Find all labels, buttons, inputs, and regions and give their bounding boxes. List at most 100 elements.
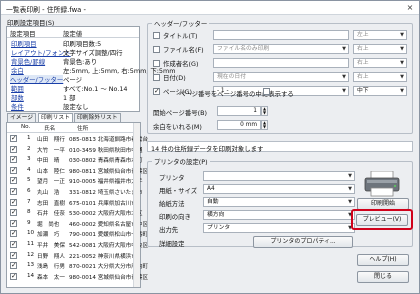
row-no: 3 [27,156,31,163]
header-footer-checkbox[interactable] [153,60,160,67]
table-row[interactable]: 6 丸山 浩 331-0812 埼玉県さいたま市 [7,187,142,197]
row-no: 10 [27,230,35,237]
row-checkbox[interactable] [10,219,17,227]
header-footer-title: ヘッダー/フッター [152,19,210,28]
setting-item-label[interactable]: ヘッダー/フッター [10,75,64,84]
table-row[interactable]: 9堀 尚也460-0002 愛知県名古屋市中区 [7,219,148,229]
row-checkbox[interactable] [10,198,17,206]
margin-input[interactable]: 0 mm [217,120,261,130]
setting-item-label[interactable]: 余白 [11,66,24,75]
chevron-down-icon: ▼ [348,173,352,179]
row-address: 010-3459 秋田県秋田市中通 [69,147,143,154]
printer-group-title: プリンタの設定(P) [152,157,210,166]
row-checkbox[interactable] [10,187,17,195]
header-footer-label: ファイル名(F) [163,46,204,54]
table-row[interactable]: 10加瀬 巧790-0001 愛媛県松山市一番町 [7,229,148,239]
row-no: 6 [27,188,31,194]
row-checkbox[interactable] [10,272,17,280]
setting-item-label[interactable]: 範囲 [11,84,24,93]
source-select[interactable]: 自動 ▼ [203,197,355,207]
setting-item-label[interactable]: 部数 [11,93,24,102]
chevron-down-icon: ▼ [400,88,404,94]
output-select[interactable]: プリンタ ▼ [203,223,355,233]
margin-spinner[interactable]: ▲ ▼ [261,120,268,130]
header-footer-input[interactable] [213,58,349,68]
row-checkbox[interactable] [10,166,17,174]
setting-item-label[interactable]: 条件 [11,102,24,111]
row-checkbox[interactable] [10,145,17,153]
header-footer-checkbox[interactable] [153,46,160,53]
source-label: 給紙方法 [159,200,185,208]
margin-label: 余白をいれる(M) [153,123,202,131]
row-checkbox[interactable] [10,251,17,259]
setting-item-label[interactable]: 印刷項目 [11,39,37,48]
orientation-select[interactable]: 横方向 ▼ [203,210,355,220]
header-footer-align-select[interactable]: 右上 ▼ [353,72,407,82]
row-checkbox[interactable] [10,134,17,142]
header-footer-align-select[interactable]: 左上 ▼ [353,30,407,40]
header-footer-align-select[interactable]: 中下 ▼ [353,86,407,96]
header-footer-checkbox[interactable] [153,74,160,81]
close-button[interactable]: 閉じる [357,271,409,283]
table-row[interactable]: 7 志田 直樹 675-0101 兵庫県加古川市 [7,198,137,208]
table-row[interactable]: 13浅島 行男870-0021 大分県大分市府内町 [7,261,148,271]
chevron-down-icon: ▼ [348,199,352,205]
header-footer-align-select[interactable]: 右上 ▼ [353,44,407,54]
chevron-down-icon: ▼ [342,88,346,94]
print-list-table: No. 氏名 住所 1山田 翔行085-0813 北海道釧路市春雲台2大竹 一平… [6,122,148,288]
close-icon[interactable]: × [404,3,416,13]
header-footer-align-value: 中下 [357,88,369,94]
table-row[interactable]: 8 石井 佳奈 530-0002 大阪府大阪市北区 [7,208,142,218]
table-row[interactable]: 11平井 美保542-0081 大阪府大阪市中央区 [7,240,148,250]
orientation-label: 印刷の向き [159,213,191,221]
setting-item-label[interactable]: レイアウト/フォント [11,48,71,57]
setting-item-label[interactable]: 背景色/罫線 [11,57,45,66]
row-no: 1 [27,135,31,141]
table-row[interactable]: 14森本 太一980-0014 宮城県仙台市青葉区 [7,272,148,282]
header-footer-align-select[interactable]: 右上 ▼ [353,58,407,68]
row-no: 13 [27,262,35,269]
help-button[interactable]: ヘルプ(H) [357,254,409,266]
output-value: プリンタ [207,225,231,231]
start-page-spinner[interactable]: ▲ ▼ [261,106,268,116]
row-name: 堀 尚也 [37,221,60,228]
table-row[interactable]: 1山田 翔行085-0813 北海道釧路市春雲台 [7,134,148,144]
row-checkbox[interactable] [10,176,17,185]
each-page-checkbox[interactable] [263,88,270,95]
list-scrollbar[interactable] [133,123,140,287]
status-bar: 14 件の住所録データを印刷対象します [147,141,413,153]
row-address: 530-0002 大阪府大阪市北区 [69,211,143,218]
row-checkbox[interactable] [10,155,17,164]
detail-label: 詳細設定 [159,240,185,248]
header-footer-input[interactable]: ファイル名のみ印刷 ▼ [213,44,349,54]
row-checkbox[interactable] [10,261,17,270]
print-dialog: 一覧表印刷 - 住所録.fwa - × 印刷設定項目(S) 設定項目 設定値 印… [0,0,420,294]
header-footer-checkbox[interactable] [153,32,160,39]
header-footer-input[interactable]: 現在の日付 ▼ [213,72,349,82]
row-address: 675-0101 兵庫県加古川市 [69,200,137,207]
header-footer-label: 作成者名(G) [163,60,199,68]
table-row[interactable]: 12日野 翔人 221-0052 神奈川県横浜市 [7,251,137,261]
preview-button[interactable]: プレビュー(V) [356,214,408,226]
printer-icon [363,170,403,197]
row-name: 大竹 一平 [37,147,65,154]
paper-select[interactable]: A4 ▼ [203,184,355,194]
header-footer-checkbox[interactable] [153,87,160,95]
setting-item-value: すべて:No.1 ～ No.14 [63,85,128,93]
printer-properties-button[interactable]: プリンタのプロパティ... [253,236,353,248]
start-page-input[interactable]: 1 [217,106,261,116]
table-row[interactable]: 3 中田 晴 030-0802 青森県青森市本町 [7,155,142,165]
row-checkbox[interactable] [10,240,17,248]
row-no: 4 [27,166,31,173]
header-footer-input[interactable] [213,30,349,40]
row-name: 山本 陸仁 [37,168,65,175]
row-address: 030-0802 青森県青森市本町 [69,158,143,165]
paper-value: A4 [207,186,215,192]
table-row[interactable]: 4山本 陸仁980-0811 宮城県仙台市青葉区 [7,166,148,176]
row-checkbox[interactable] [10,229,17,238]
header-footer-value: ファイル名のみ印刷 [217,46,270,52]
row-checkbox[interactable] [10,208,17,217]
printer-select[interactable]: ▼ [203,171,355,181]
table-row[interactable]: 5 望月 一正 910-0005 福井県福井市大手 [7,176,142,186]
table-row[interactable]: 2 大竹 一平 010-3459 秋田県秋田市中通 [7,145,142,155]
